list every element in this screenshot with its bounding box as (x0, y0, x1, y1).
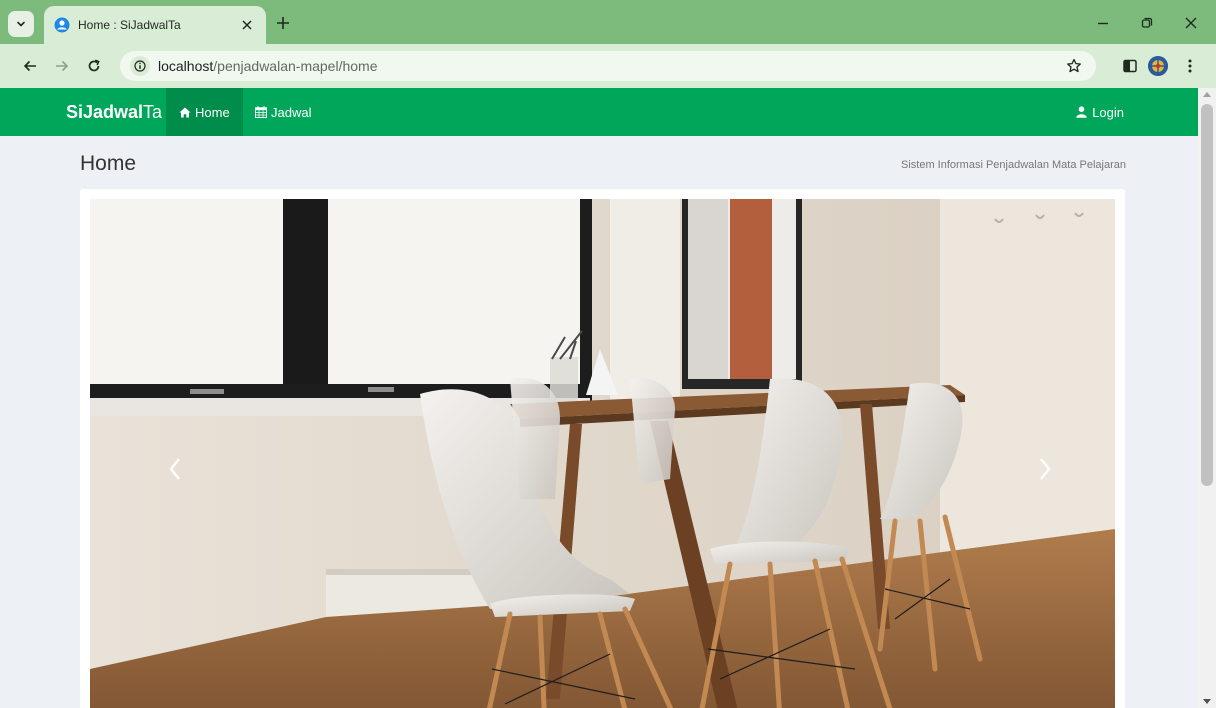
side-panel-button[interactable] (1118, 54, 1142, 78)
page-title: Home (80, 152, 137, 175)
address-bar[interactable]: localhost/penjadwalan-mapel/home (120, 51, 1096, 81)
page-subtitle: Sistem Informasi Penjadwalan Mata Pelaja… (900, 159, 1126, 171)
chevron-left-icon (169, 458, 180, 480)
browser-menu-button[interactable] (1178, 54, 1202, 78)
arrow-right-icon (56, 60, 69, 72)
content-box (80, 189, 1125, 708)
tab-close-button[interactable] (238, 16, 256, 34)
page-scrollbar[interactable] (1198, 88, 1216, 708)
reload-button[interactable] (82, 54, 106, 78)
arrow-left-icon (23, 60, 36, 72)
carousel-prev-button[interactable] (155, 439, 195, 499)
close-icon (242, 20, 252, 30)
restore-icon (1141, 17, 1153, 28)
brand-light: Ta (143, 101, 163, 122)
forward-button[interactable] (50, 54, 74, 78)
minimize-button[interactable] (1091, 11, 1115, 35)
home-icon (179, 107, 191, 117)
tab-search-button[interactable] (8, 11, 34, 37)
carousel-next-button[interactable] (1025, 439, 1065, 499)
close-icon (1185, 17, 1197, 29)
dining-room-photo (90, 199, 1115, 708)
browser-tab-active[interactable]: Home : SiJadwalTa (44, 6, 266, 44)
brand-bold: SiJadwal (66, 101, 144, 122)
bookmark-button[interactable] (1064, 56, 1084, 76)
info-icon (134, 60, 146, 72)
new-tab-button[interactable] (272, 12, 294, 34)
calendar-icon (255, 106, 267, 118)
login-label: Login (1092, 104, 1124, 120)
plus-icon (277, 17, 289, 29)
chevron-right-icon (1040, 458, 1051, 480)
minimize-icon (1098, 22, 1108, 25)
scroll-down-arrow[interactable] (1203, 699, 1211, 704)
tab-title: Home : SiJadwalTa (78, 18, 181, 32)
more-vertical-icon (1188, 59, 1192, 73)
profile-button[interactable] (1146, 54, 1170, 78)
browser-tab-bar: Home : SiJadwalTa (0, 0, 1216, 44)
image-carousel (90, 199, 1115, 708)
nav-item-home[interactable]: Home (166, 88, 243, 136)
app-navbar: SiJadwal Ta Home Jadwal Login (0, 88, 1198, 136)
login-link[interactable]: Login (1076, 88, 1124, 136)
chevron-down-icon (17, 21, 25, 27)
side-panel-icon (1123, 59, 1137, 73)
close-window-button[interactable] (1179, 11, 1203, 35)
url-path: /penjadwalan-mapel/home (213, 58, 378, 74)
nav-item-label: Home (195, 104, 230, 120)
scroll-up-arrow[interactable] (1203, 92, 1211, 97)
url-text: localhost/penjadwalan-mapel/home (158, 58, 377, 74)
restore-button[interactable] (1135, 11, 1159, 35)
site-favicon-icon (54, 17, 70, 33)
site-info-button[interactable] (130, 56, 150, 76)
star-icon (1067, 58, 1081, 73)
reload-icon (88, 59, 100, 72)
page-viewport: SiJadwal Ta Home Jadwal Login Home Sistem… (0, 88, 1216, 708)
nav-item-label: Jadwal (271, 104, 312, 120)
browser-toolbar: localhost/penjadwalan-mapel/home (0, 44, 1216, 88)
back-button[interactable] (18, 54, 42, 78)
user-icon (1076, 106, 1087, 118)
app-brand[interactable]: SiJadwal Ta (66, 88, 162, 136)
url-host: localhost (158, 58, 214, 74)
avatar-icon (1148, 56, 1168, 76)
scroll-thumb[interactable] (1201, 104, 1213, 486)
nav-item-jadwal[interactable]: Jadwal (242, 88, 324, 136)
